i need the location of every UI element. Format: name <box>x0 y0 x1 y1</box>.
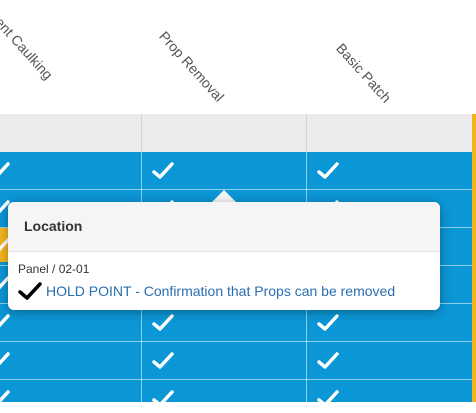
checkmark-icon[interactable] <box>152 390 174 408</box>
column-header-label: Basic Patch <box>333 40 395 106</box>
checkmark-icon[interactable] <box>0 162 10 180</box>
panel-reference: Panel / 02-01 <box>18 262 90 276</box>
hold-point-link[interactable]: HOLD POINT - Confirmation that Props can… <box>46 283 395 299</box>
checklist-item[interactable]: HOLD POINT - Confirmation that Props can… <box>18 282 440 300</box>
column-header-prop-removal: Prop Removal <box>142 0 307 114</box>
status-strip <box>472 114 476 402</box>
checkmark-icon[interactable] <box>152 162 174 180</box>
column-header-label: Prop Removal <box>156 28 228 105</box>
checkmark-icon[interactable] <box>152 352 174 370</box>
checkmark-icon <box>18 282 42 300</box>
grid-divider <box>0 189 472 190</box>
popover-title: Location <box>8 202 440 252</box>
grid-divider <box>0 341 472 342</box>
popover-arrow <box>212 190 236 202</box>
checkmark-icon[interactable] <box>0 390 10 408</box>
location-popover: Location Panel / 02-01 HOLD POINT - Conf… <box>8 202 440 310</box>
column-header-row: ent Caulking Prop Removal Basic Patch <box>0 0 476 114</box>
checkmark-icon[interactable] <box>0 314 10 332</box>
checkmark-icon[interactable] <box>0 352 10 370</box>
checkmark-icon[interactable] <box>152 314 174 332</box>
checkmark-icon[interactable] <box>317 162 339 180</box>
grid-divider <box>141 114 142 152</box>
column-header-basic-patch: Basic Patch <box>307 0 472 114</box>
summary-row <box>0 114 472 153</box>
checkmark-icon[interactable] <box>317 352 339 370</box>
grid-divider <box>306 114 307 152</box>
popover-body: Panel / 02-01 HOLD POINT - Confirmation … <box>8 252 440 300</box>
column-header-label: ent Caulking <box>0 14 57 83</box>
column-header-ent-caulking: ent Caulking <box>0 0 142 114</box>
grid-divider <box>0 379 472 380</box>
checkmark-icon[interactable] <box>317 314 339 332</box>
checkmark-icon[interactable] <box>317 390 339 408</box>
